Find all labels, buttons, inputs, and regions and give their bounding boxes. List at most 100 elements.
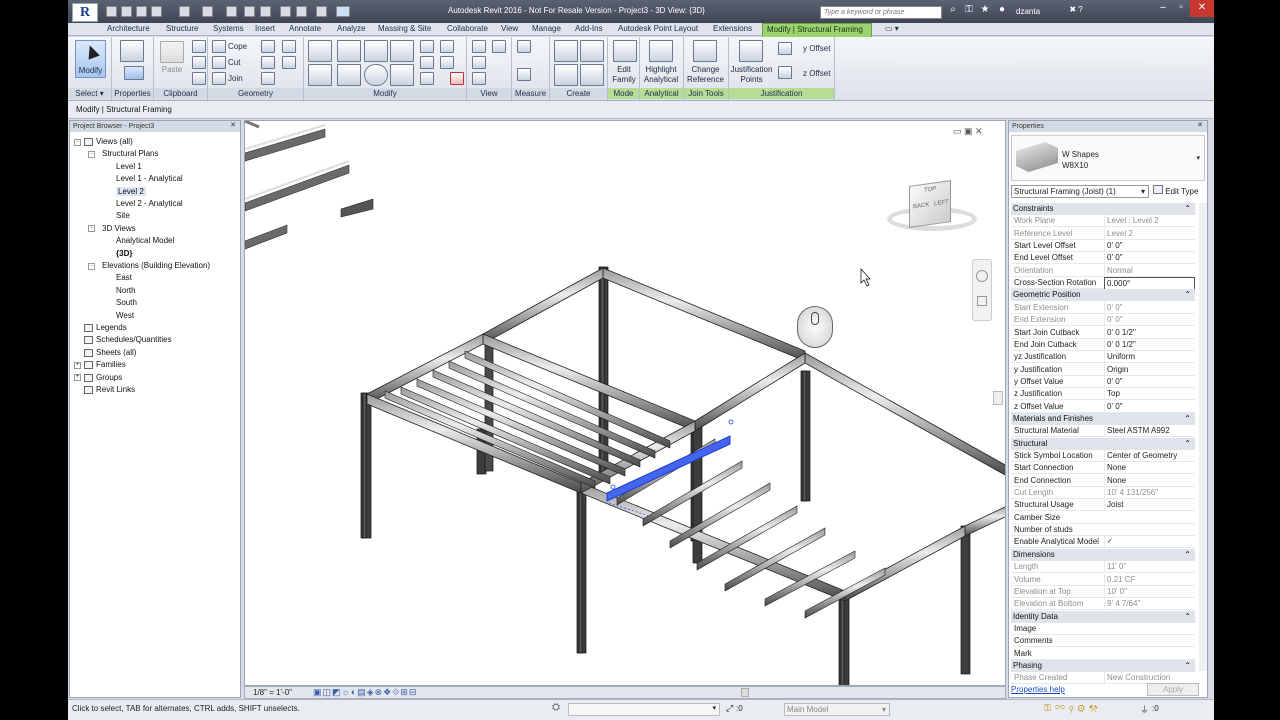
user-name[interactable]: dzanta bbox=[1016, 7, 1040, 16]
section-icon[interactable] bbox=[296, 6, 307, 17]
worksets-icon[interactable]: ⛭ bbox=[552, 702, 560, 713]
3d-viewport[interactable]: ▭ ▣ ✕ BACK LEFT TOP bbox=[244, 120, 1006, 686]
property-row[interactable]: Enable Analytical Model ✓ bbox=[1011, 536, 1195, 549]
browser-item[interactable]: Analytical Model bbox=[116, 236, 174, 246]
property-row[interactable]: End Level Offset 0' 0" bbox=[1011, 252, 1195, 265]
close-icon[interactable]: ✕ bbox=[1190, 0, 1214, 17]
measure-icon[interactable] bbox=[226, 6, 237, 17]
property-row[interactable]: Volume 0.21 CF bbox=[1011, 573, 1195, 586]
properties-help-link[interactable]: Properties help bbox=[1011, 685, 1065, 694]
browser-item[interactable]: Views (all) bbox=[96, 137, 133, 147]
tab-point-layout[interactable]: Autodesk Point Layout bbox=[618, 24, 698, 33]
property-value[interactable]: 0' 0" bbox=[1104, 252, 1195, 265]
property-value[interactable]: Uniform bbox=[1104, 351, 1195, 364]
viewcube[interactable]: BACK LEFT TOP bbox=[883, 180, 983, 241]
close-properties-icon[interactable]: ✕ bbox=[1197, 121, 1203, 130]
horizontal-scroll-thumb[interactable] bbox=[741, 688, 749, 697]
save-icon[interactable] bbox=[121, 6, 132, 17]
text-icon[interactable] bbox=[260, 6, 271, 17]
browser-item[interactable]: Schedules/Quantities bbox=[96, 335, 172, 345]
property-section-header[interactable]: Geometric Position ⌃ bbox=[1011, 289, 1195, 302]
property-row[interactable]: End Join Cutback 0' 0 1/2" bbox=[1011, 338, 1195, 351]
minimize-icon[interactable]: – bbox=[1154, 0, 1172, 17]
browser-item[interactable]: Site bbox=[116, 211, 130, 221]
undo-icon[interactable] bbox=[179, 6, 190, 17]
switch-windows-icon[interactable] bbox=[316, 6, 327, 17]
property-value[interactable]: 11' 0" bbox=[1104, 561, 1195, 574]
design-option-dropdown[interactable]: Main Model ▾ bbox=[784, 703, 890, 716]
property-row[interactable]: Cut Length 10' 4 131/256" bbox=[1011, 487, 1195, 500]
navigation-bar[interactable] bbox=[972, 259, 992, 321]
property-row[interactable]: End Connection None bbox=[1011, 474, 1195, 487]
property-row[interactable]: Work Plane Level : Level 2 bbox=[1011, 215, 1195, 228]
help-search-input[interactable]: Type a keyword or phrase bbox=[820, 6, 942, 19]
search-icon[interactable]: ⌕ bbox=[947, 4, 959, 16]
collapse-section-icon[interactable]: ⌃ bbox=[1184, 660, 1191, 672]
browser-item[interactable]: Structural Plans bbox=[102, 149, 158, 159]
property-value[interactable]: 0.21 CF bbox=[1104, 573, 1195, 586]
tab-options-icon[interactable]: ▭ ▾ bbox=[885, 24, 899, 33]
property-section-header[interactable]: Identity Data ⌃ bbox=[1011, 610, 1195, 623]
property-value[interactable]: Normal bbox=[1104, 264, 1195, 277]
property-row[interactable]: Length 11' 0" bbox=[1011, 561, 1195, 574]
properties-scrollbar[interactable] bbox=[1199, 203, 1207, 671]
instance-filter-dropdown[interactable]: Structural Framing (Joist) (1) ▾ bbox=[1011, 185, 1149, 198]
expand-icon[interactable]: + bbox=[74, 361, 81, 369]
edit-type-button[interactable]: Edit Type bbox=[1153, 185, 1205, 198]
browser-item[interactable]: {3D} bbox=[116, 249, 132, 259]
browser-item[interactable]: West bbox=[116, 311, 134, 321]
select-panel-label[interactable]: Select ▾ bbox=[68, 88, 111, 99]
property-value[interactable]: Joist bbox=[1104, 499, 1195, 512]
browser-item[interactable]: North bbox=[116, 286, 136, 296]
property-row[interactable]: Elevation at Bottom 9' 4 7/64" bbox=[1011, 598, 1195, 611]
property-row[interactable]: Start Extension 0' 0" bbox=[1011, 301, 1195, 314]
tab-view[interactable]: View bbox=[501, 24, 518, 33]
property-row[interactable]: Structural Usage Joist bbox=[1011, 499, 1195, 512]
collapse-section-icon[interactable]: ⌃ bbox=[1184, 438, 1191, 450]
property-value[interactable]: 10' 0" bbox=[1104, 585, 1195, 598]
property-value[interactable]: 0' 0" bbox=[1104, 240, 1195, 253]
tab-analyze[interactable]: Analyze bbox=[337, 24, 365, 33]
3d-view-icon[interactable] bbox=[280, 6, 291, 17]
property-row[interactable]: Elevation at Top 10' 0" bbox=[1011, 585, 1195, 598]
property-row[interactable]: yz Justification Uniform bbox=[1011, 351, 1195, 364]
property-row[interactable]: Mark bbox=[1011, 648, 1195, 660]
tab-architecture[interactable]: Architecture bbox=[107, 24, 150, 33]
tab-structure[interactable]: Structure bbox=[166, 24, 198, 33]
property-value[interactable]: 0' 0" bbox=[1104, 400, 1195, 413]
view-scale[interactable]: 1/8" = 1'-0" bbox=[253, 688, 292, 697]
browser-item[interactable]: Legends bbox=[96, 323, 127, 333]
filter-icon[interactable]: ⏚ bbox=[1140, 703, 1149, 716]
print-icon[interactable] bbox=[151, 6, 162, 17]
property-row[interactable]: Start Level Offset 0' 0" bbox=[1011, 240, 1195, 253]
close-project-browser-icon[interactable]: ✕ bbox=[230, 121, 236, 130]
user-icon[interactable]: ● bbox=[996, 4, 1008, 16]
vertical-scroll-thumb[interactable] bbox=[993, 391, 1003, 405]
property-row[interactable]: Cross-Section Rotation 0.000° bbox=[1011, 277, 1195, 292]
browser-item[interactable]: Level 1 - Analytical bbox=[116, 174, 183, 184]
editing-requests-icon[interactable]: ⤢ bbox=[726, 703, 733, 714]
browser-item[interactable]: Level 2 bbox=[116, 186, 146, 197]
property-value[interactable]: Steel ASTM A992 bbox=[1104, 425, 1195, 438]
tab-massing-site[interactable]: Massing & Site bbox=[378, 24, 431, 33]
dimension-icon[interactable] bbox=[244, 6, 255, 17]
collapse-icon[interactable]: - bbox=[88, 225, 95, 233]
property-row[interactable]: Orientation Normal bbox=[1011, 264, 1195, 277]
tab-modify-structural-framing[interactable]: Modify | Structural Framing bbox=[762, 23, 872, 37]
property-row[interactable]: z Offset Value 0' 0" bbox=[1011, 400, 1195, 413]
property-row[interactable]: Reference Level Level 2 bbox=[1011, 227, 1195, 240]
property-value[interactable]: None bbox=[1104, 474, 1195, 487]
tab-manage[interactable]: Manage bbox=[532, 24, 561, 33]
tab-systems[interactable]: Systems bbox=[213, 24, 244, 33]
property-value[interactable]: 0' 0 1/2" bbox=[1104, 338, 1195, 351]
property-value[interactable]: Level : Level 2 bbox=[1104, 215, 1195, 228]
property-value[interactable]: Center of Geometry bbox=[1104, 450, 1195, 462]
open-icon[interactable] bbox=[106, 6, 117, 17]
browser-item[interactable]: Groups bbox=[96, 373, 122, 383]
browser-item[interactable]: 3D Views bbox=[102, 224, 136, 234]
property-value[interactable]: None bbox=[1104, 462, 1195, 475]
property-row[interactable]: Stick Symbol Location Center of Geometry bbox=[1011, 450, 1195, 462]
type-selector[interactable]: W Shapes W8X10 ▾ bbox=[1011, 135, 1205, 181]
exchange-icon[interactable]: ✖ ? bbox=[1058, 4, 1094, 16]
property-row[interactable]: z Justification Top bbox=[1011, 388, 1195, 401]
